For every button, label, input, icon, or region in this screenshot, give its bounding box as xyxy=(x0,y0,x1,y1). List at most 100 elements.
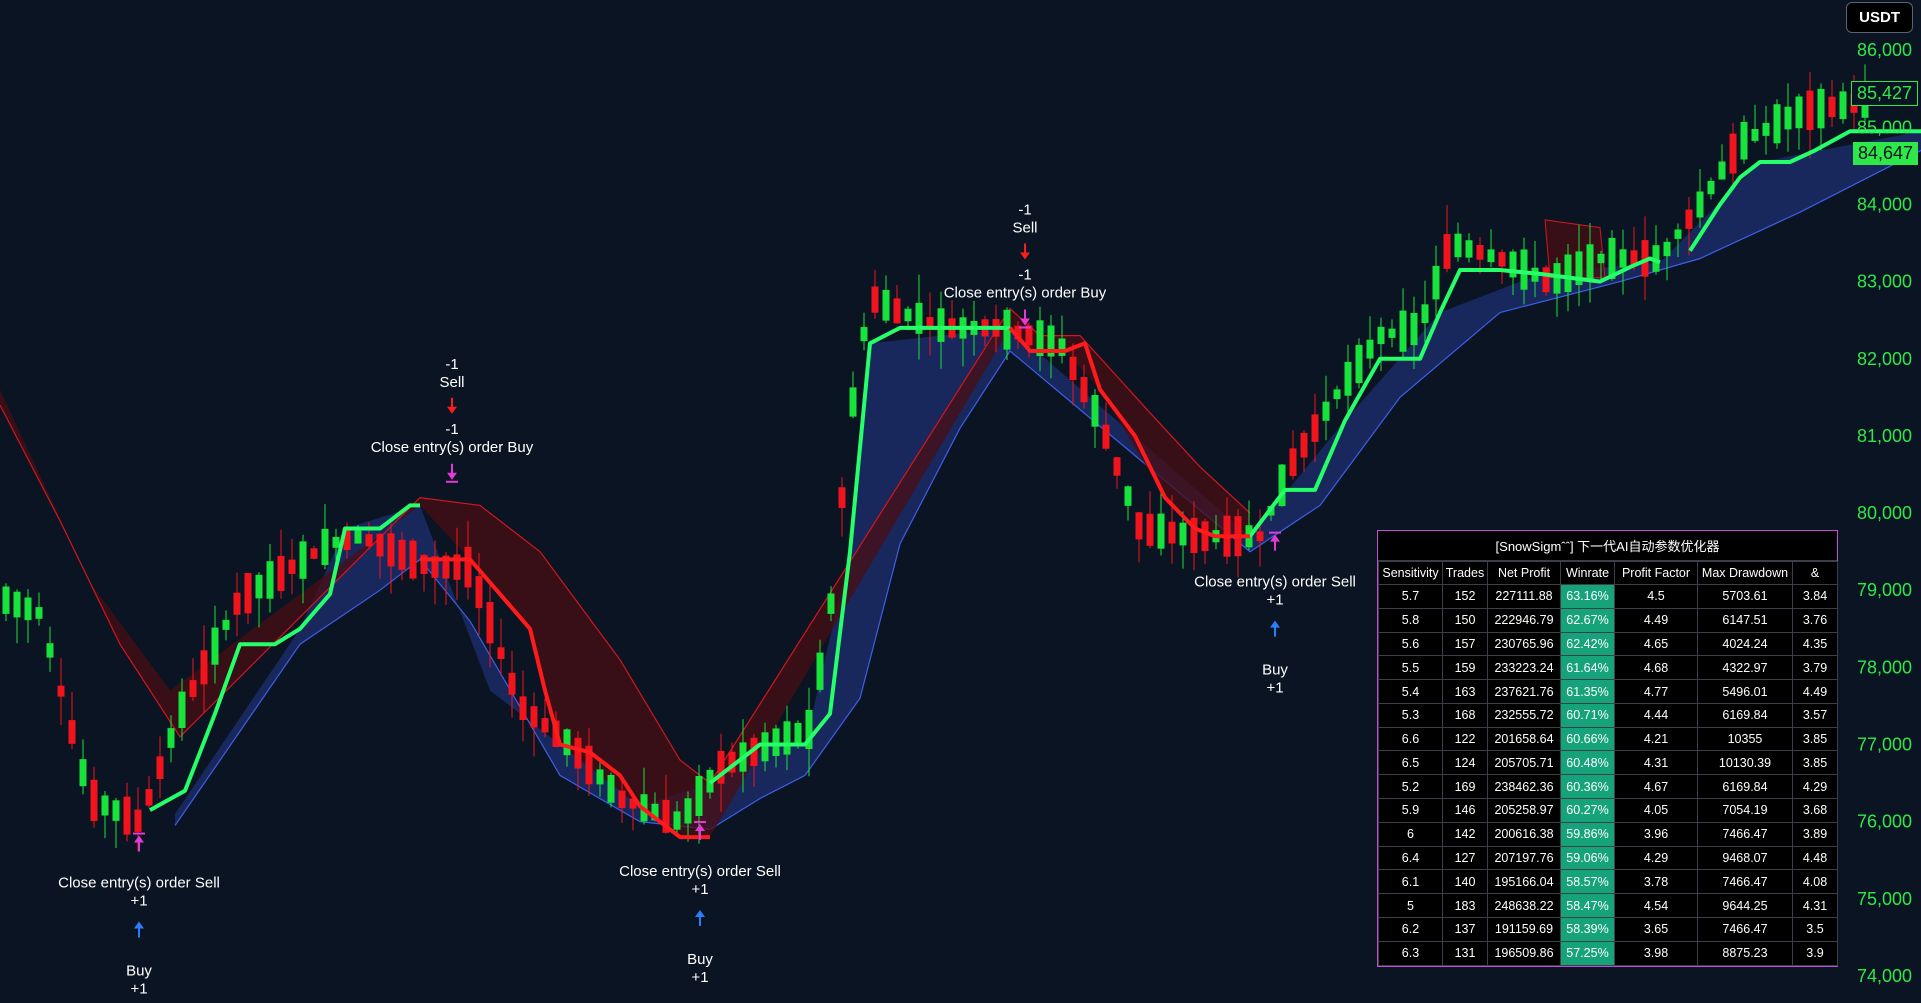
optimizer-cell: 3.68 xyxy=(1792,798,1838,823)
candle-body xyxy=(541,718,549,733)
optimizer-cell: 5.9 xyxy=(1378,798,1443,823)
optimizer-cell: 159 xyxy=(1442,655,1488,681)
price-axis-tick-label: 84,000 xyxy=(1857,195,1912,215)
buy-signal-label-bottom: +1 xyxy=(130,981,147,998)
optimizer-cell: 3.79 xyxy=(1792,655,1838,681)
optimizer-cell: 146 xyxy=(1442,798,1488,823)
buy-signal-label-top: Buy xyxy=(126,963,152,980)
candle-body xyxy=(1707,180,1715,195)
current-price-tag: 84,647 xyxy=(1852,142,1918,165)
candle-body xyxy=(211,627,219,665)
candle-body xyxy=(354,529,362,544)
candle-body xyxy=(189,680,197,697)
candle-body xyxy=(310,548,318,559)
optimizer-cell: 5 xyxy=(1378,893,1443,918)
optimizer-cell: 168 xyxy=(1442,702,1488,728)
candle-body xyxy=(508,672,516,695)
optimizer-row: 5.6 157 230765.96 62.42% 4.65 4024.24 4.35 xyxy=(1378,631,1838,657)
candle-body xyxy=(244,573,252,614)
chart-workspace[interactable]: -1 Sell -1 Close entry(s) order Buy -1 Sell -1… xyxy=(0,0,1921,1003)
candle-body xyxy=(1751,129,1759,141)
optimizer-cell: 157 xyxy=(1442,631,1488,657)
candle-body xyxy=(156,756,164,779)
close-sell-signal-label-top: Close entry(s) order Sell xyxy=(58,875,220,892)
candle-body xyxy=(1586,244,1594,282)
buy-signal-arrow-head xyxy=(695,909,705,917)
optimizer-cell: 4.68 xyxy=(1614,655,1698,681)
optimizer-row: 5.9 146 205258.97 60.27% 4.05 7054.19 3.68 xyxy=(1378,798,1838,823)
winrate-cell: 61.64% xyxy=(1560,655,1615,681)
sell-signal-arrow-head xyxy=(447,406,457,414)
optimizer-cell: 4.77 xyxy=(1614,679,1698,704)
close-buy-signal-label-bottom: Close entry(s) order Buy xyxy=(944,284,1107,301)
optimizer-column-header: Net Profit xyxy=(1487,561,1561,585)
close-sell-signal-label-top: Close entry(s) order Sell xyxy=(619,863,781,880)
candle-body xyxy=(618,790,626,808)
candle-body xyxy=(1498,252,1506,267)
winrate-cell: 60.27% xyxy=(1560,798,1615,823)
close-buy-signal-label-bottom: Close entry(s) order Buy xyxy=(371,439,534,456)
optimizer-cell: 3.5 xyxy=(1792,916,1838,942)
winrate-cell: 62.42% xyxy=(1560,631,1615,657)
optimizer-cell: 6 xyxy=(1378,821,1443,847)
candle-body xyxy=(816,652,824,690)
candle-body xyxy=(1795,96,1803,129)
candle-body xyxy=(1102,424,1110,449)
optimizer-row: 6.6 122 201658.64 60.66% 4.21 10355 3.85 xyxy=(1378,726,1838,752)
optimizer-cell: 237621.76 xyxy=(1487,679,1561,704)
current-price-tag-label: 84,647 xyxy=(1857,143,1913,163)
optimizer-table: [SnowSigmˆˆ] 下一代AI自动参数优化器 Sensitivity Tra… xyxy=(1377,530,1838,967)
candle-body xyxy=(167,728,175,748)
candle-body xyxy=(178,691,186,728)
optimizer-cell: 4.29 xyxy=(1614,845,1698,871)
candle-body xyxy=(112,800,120,821)
sell-signal-label-top: -1 xyxy=(1018,201,1031,218)
currency-selector[interactable]: USDT xyxy=(1846,2,1913,33)
optimizer-cell: 201658.64 xyxy=(1487,726,1561,752)
optimizer-cell: 4.67 xyxy=(1614,774,1698,800)
optimizer-cell: 4.29 xyxy=(1792,774,1838,800)
optimizer-cell: 9644.25 xyxy=(1697,893,1793,918)
price-axis-tick-label: 75,000 xyxy=(1857,889,1912,909)
buy-signal-arrow-head xyxy=(134,921,144,929)
candle-body xyxy=(68,720,76,744)
candle-body xyxy=(321,528,329,565)
price-axis-tick-label: 86,000 xyxy=(1857,40,1912,60)
candle-body xyxy=(1564,254,1572,292)
candle-body xyxy=(200,650,208,685)
candle-body xyxy=(1289,448,1297,476)
close-buy-signal-arrow-head xyxy=(447,472,457,480)
optimizer-row: 5.2 169 238462.36 60.36% 4.67 6169.84 4.29 xyxy=(1378,774,1838,800)
price-axis[interactable]: 86,000 85,000 84,000 83,000 82,000 81,000 80,0… xyxy=(1857,40,1912,986)
optimizer-cell: 227111.88 xyxy=(1487,584,1561,609)
optimizer-body: 5.7 152 227111.88 63.16% 4.5 5703.61 3.84 5.8 15… xyxy=(1378,584,1838,966)
optimizer-column-header: & xyxy=(1792,561,1838,585)
candle-body xyxy=(530,706,538,728)
optimizer-cell: 6169.84 xyxy=(1697,702,1793,728)
winrate-cell: 59.06% xyxy=(1560,845,1615,871)
optimizer-column-header: Winrate xyxy=(1560,561,1615,585)
optimizer-cell: 195166.04 xyxy=(1487,869,1561,895)
candle-body xyxy=(376,533,384,557)
optimizer-cell: 122 xyxy=(1442,726,1488,752)
optimizer-cell: 230765.96 xyxy=(1487,631,1561,657)
optimizer-cell: 6.2 xyxy=(1378,916,1443,942)
close-buy-signal: -1Close entry(s) order Buy xyxy=(371,421,534,483)
winrate-cell: 60.66% xyxy=(1560,726,1615,752)
price-axis-tick-label: 82,000 xyxy=(1857,349,1912,369)
candle-body xyxy=(13,591,21,618)
optimizer-cell: 3.85 xyxy=(1792,726,1838,752)
candle-body xyxy=(860,326,868,342)
candle-body xyxy=(1828,96,1836,118)
optimizer-row: 5.8 150 222946.79 62.67% 4.49 6147.51 3.76 xyxy=(1378,607,1838,633)
optimizer-title: [SnowSigmˆˆ] 下一代AI自动参数优化器 xyxy=(1378,531,1837,561)
candle-body xyxy=(1817,88,1825,129)
optimizer-cell: 10355 xyxy=(1697,726,1793,752)
candle-body xyxy=(1729,133,1737,174)
optimizer-cell: 4.08 xyxy=(1792,869,1838,895)
candle-body xyxy=(90,779,98,821)
candle-body xyxy=(1300,432,1308,458)
candle-body xyxy=(1256,531,1264,542)
candle-body xyxy=(1542,267,1550,293)
optimizer-cell: 7466.47 xyxy=(1697,916,1793,942)
